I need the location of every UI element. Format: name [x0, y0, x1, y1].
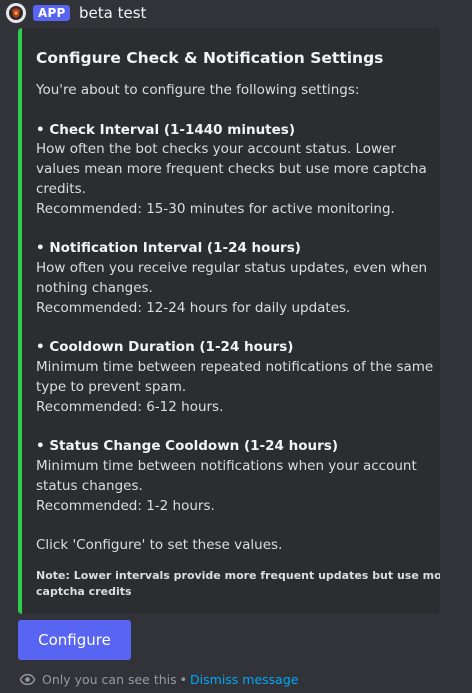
embed-card: Configure Check & Notification Settings … [18, 28, 440, 614]
section-heading: • Cooldown Duration (1-24 hours) [36, 339, 294, 356]
section-line: credits. [36, 180, 86, 197]
configure-button[interactable]: Configure [18, 620, 131, 660]
section-recommendation: Recommended: 12-24 hours for daily updat… [36, 299, 351, 316]
section-heading: • Check Interval (1-1440 minutes) [36, 121, 295, 138]
section-recommendation: Recommended: 1-2 hours. [36, 497, 215, 514]
embed-accent-bar [18, 28, 22, 614]
section-line: nothing changes. [36, 279, 153, 296]
bot-name[interactable]: beta test [79, 3, 146, 23]
embed-description: You're about to configure the following … [36, 81, 434, 556]
app-badge: APP [33, 5, 71, 21]
section-recommendation: Recommended: 15-30 minutes for active mo… [36, 200, 395, 217]
footer-line: captcha credits [36, 585, 132, 599]
separator-dot: • [179, 671, 188, 687]
bot-avatar-icon [9, 6, 23, 20]
section-line: type to prevent spam. [36, 378, 187, 395]
bot-avatar[interactable] [6, 3, 26, 23]
embed-content: Configure Check & Notification Settings … [36, 48, 440, 600]
section-line: values mean more frequent checks but use… [36, 161, 427, 178]
section-recommendation: Recommended: 6-12 hours. [36, 398, 224, 415]
embed-footer: Note: Lower intervals provide more frequ… [36, 568, 440, 600]
section-line: Minimum time between repeated notificati… [36, 359, 434, 376]
section-line: How often you receive regular status upd… [36, 260, 428, 277]
section-heading: • Status Change Cooldown (1-24 hours) [36, 438, 338, 455]
footer-line: Note: Lower intervals provide more frequ… [36, 569, 440, 583]
outro-text: Click 'Configure' to set these values. [36, 537, 283, 554]
embed-title: Configure Check & Notification Settings [36, 49, 384, 67]
intro-text: You're about to configure the following … [36, 82, 360, 98]
message-header: APP beta test [0, 0, 472, 26]
section-heading: • Notification Interval (1-24 hours) [36, 240, 301, 257]
section-line: How often the bot checks your account st… [36, 141, 396, 158]
dismiss-message-link[interactable]: Dismiss message [190, 672, 298, 687]
ephemeral-notice: Only you can see this • Dismiss message [19, 670, 298, 688]
ephemeral-text: Only you can see this [42, 671, 177, 687]
section-line: status changes. [36, 477, 143, 494]
section-line: Minimum time between notifications when … [36, 458, 417, 475]
eye-icon [19, 673, 36, 685]
